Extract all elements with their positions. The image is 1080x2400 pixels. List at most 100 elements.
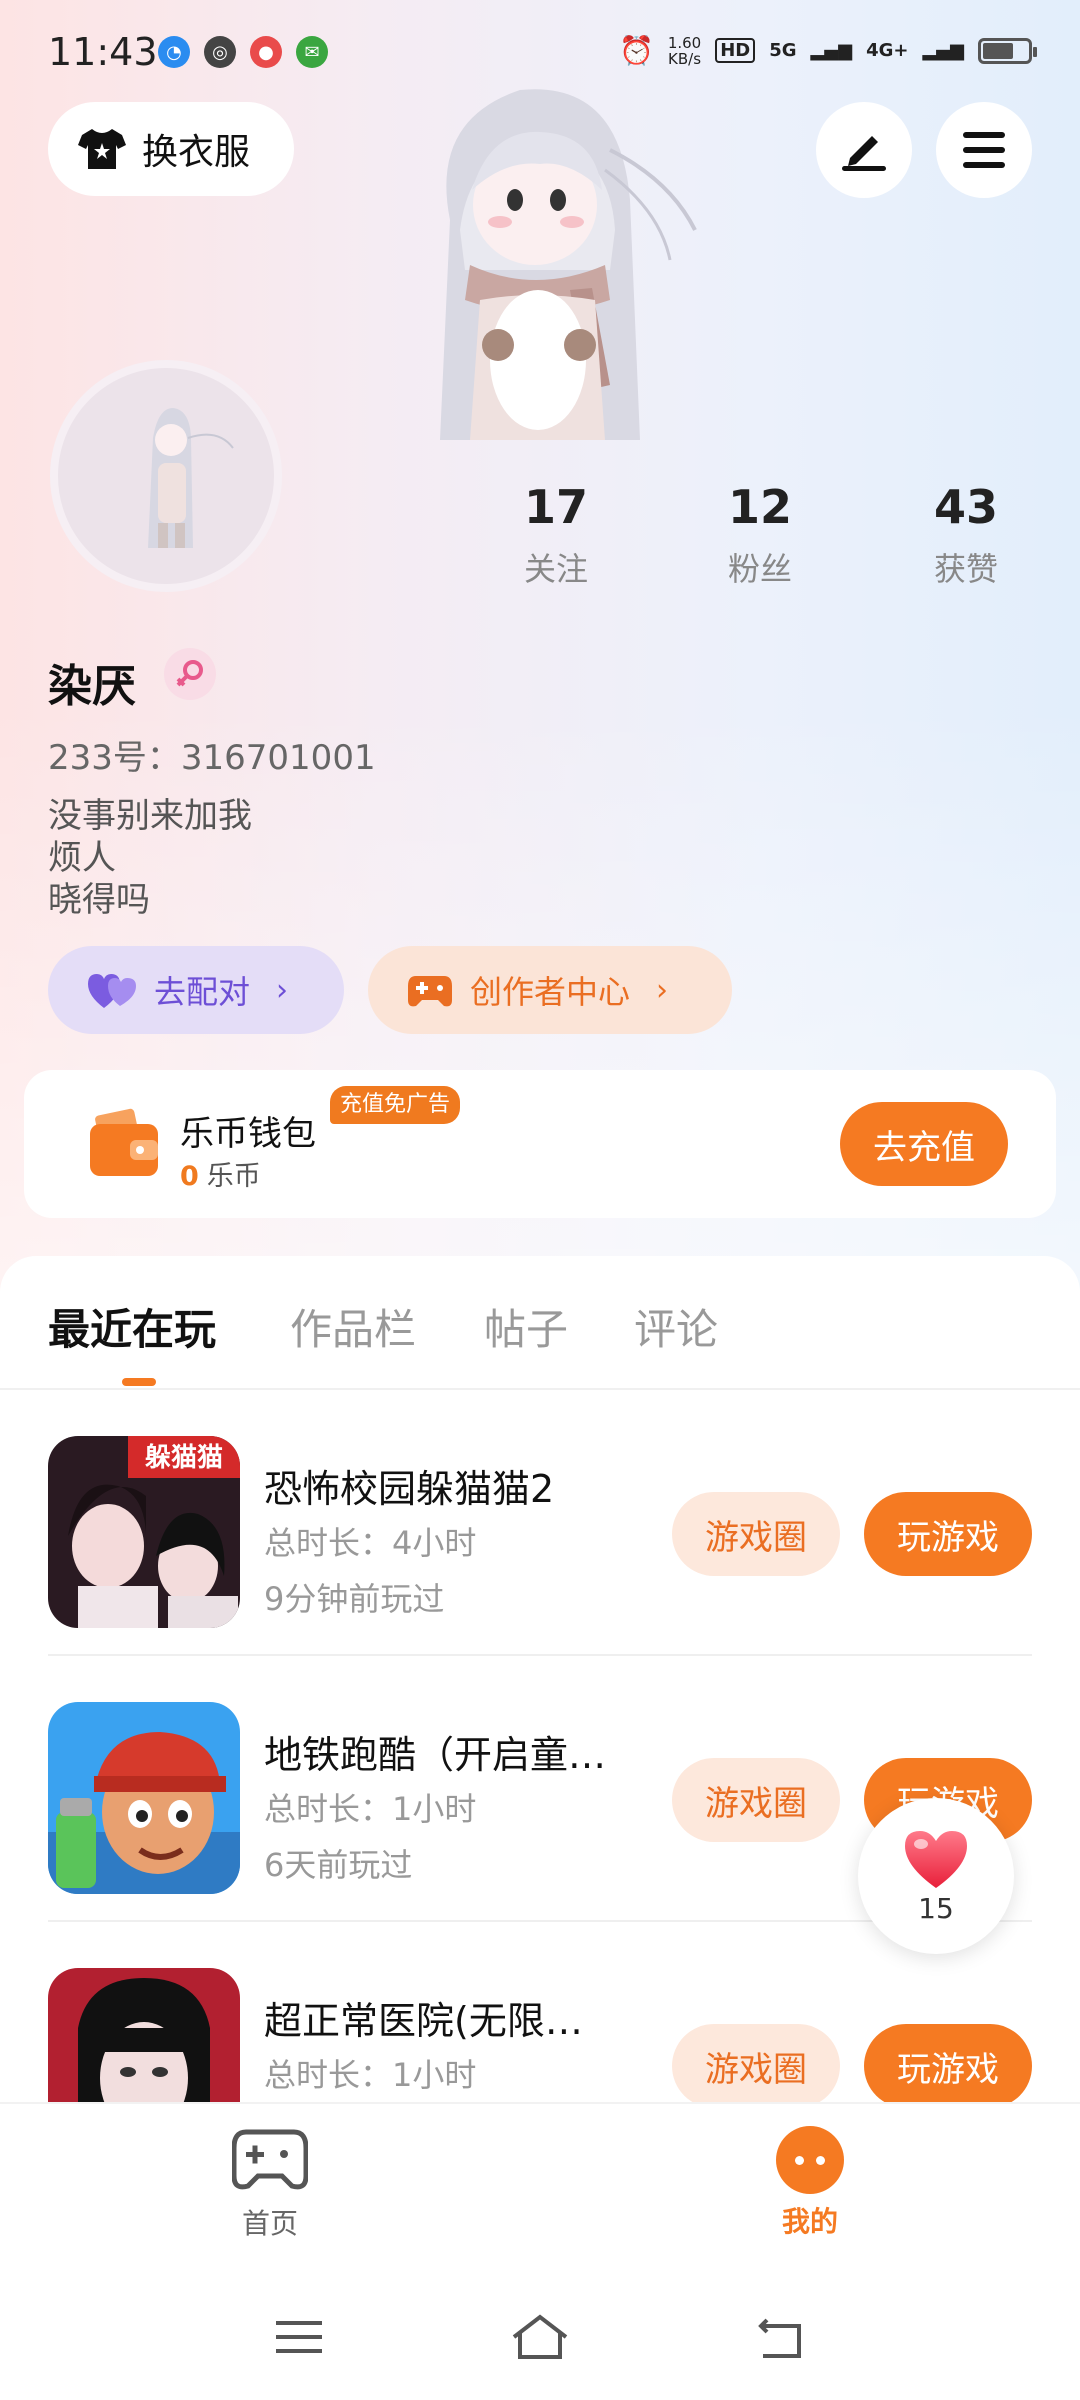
game-list: 躲猫猫 恐怖校园躲猫猫2 总时长：4小时 9分钟前玩过 游戏圈 玩游戏 地铁跑酷… xyxy=(0,1390,1080,2102)
recent-apps-button[interactable] xyxy=(264,2302,334,2372)
creator-center-button[interactable]: 创作者中心 › xyxy=(368,946,732,1034)
signal-5g: 5G xyxy=(769,40,797,61)
wallet-icon xyxy=(90,1108,158,1176)
stat-following[interactable]: 17 关注 xyxy=(476,480,636,590)
signal-bars-icon: ▂▄▆ xyxy=(810,40,853,61)
bio: 没事别来加我 烦人 晓得吗 xyxy=(48,795,252,921)
pair-button[interactable]: 去配对 › xyxy=(48,946,344,1034)
hospital-game-thumbnail xyxy=(48,1968,240,2102)
status-time: 11:43 xyxy=(48,30,158,74)
wallet-balance-value: 0 xyxy=(180,1161,199,1192)
nav-home[interactable]: 首页 xyxy=(190,2126,350,2242)
wallet-balance: 0 乐币 xyxy=(180,1154,261,1193)
double-heart-icon xyxy=(88,974,136,1008)
stat-value: 12 xyxy=(727,480,792,534)
tab-posts[interactable]: 帖子 xyxy=(484,1296,568,1357)
hd-badge: HD xyxy=(715,38,756,63)
game-last-played: 9分钟前玩过 xyxy=(264,1580,445,1618)
game-last-played: 6天前玩过 xyxy=(264,1846,413,1884)
stat-likes[interactable]: 43 获赞 xyxy=(886,480,1046,590)
system-navigation-bar xyxy=(0,2272,1080,2400)
chevron-right-icon: › xyxy=(656,972,669,1008)
game-name: 恐怖校园躲猫猫2 xyxy=(264,1467,555,1511)
game-name: 地铁跑酷（开启童… xyxy=(264,1733,607,1777)
like-count: 15 xyxy=(918,1891,954,1925)
ad-free-badge: 充值免广告 xyxy=(330,1086,461,1124)
game-circle-button[interactable]: 游戏圈 xyxy=(672,2024,840,2102)
signal-4g: 4G+ xyxy=(866,40,909,61)
stat-label: 关注 xyxy=(523,550,588,588)
horror-school-thumbnail: 躲猫猫 xyxy=(48,1436,240,1628)
gamepad-nav-icon xyxy=(231,2129,309,2190)
stat-fans[interactable]: 12 粉丝 xyxy=(680,480,840,590)
tab-works[interactable]: 作品栏 xyxy=(290,1296,416,1357)
stat-value: 43 xyxy=(933,480,998,534)
stat-label: 获赞 xyxy=(933,550,998,588)
wechat-app-icon: ✉ xyxy=(296,36,328,68)
wallet-title: 乐币钱包 xyxy=(180,1114,316,1154)
pen-icon xyxy=(842,136,886,171)
map-pin-app-icon: ● xyxy=(250,36,282,68)
pair-label: 去配对 xyxy=(154,973,251,1011)
stat-label: 粉丝 xyxy=(727,550,792,588)
profile-tabs: 最近在玩 作品栏 帖子 评论 xyxy=(0,1256,1080,1386)
tab-recent-played[interactable]: 最近在玩 xyxy=(48,1296,216,1357)
browser-app-icon: ◔ xyxy=(158,36,190,68)
bottom-navigation: 首页 我的 xyxy=(0,2102,1080,2272)
bio-line: 没事别来加我 xyxy=(48,796,252,836)
me-face-icon xyxy=(776,2126,844,2194)
system-back-button[interactable] xyxy=(746,2302,816,2372)
game-duration: 总时长：4小时 xyxy=(264,1524,477,1562)
costume-button[interactable]: 换衣服 xyxy=(48,102,294,196)
thumb-label: 躲猫猫 xyxy=(145,1443,223,1473)
chevron-right-icon: › xyxy=(276,972,289,1008)
nav-me[interactable]: 我的 xyxy=(730,2126,890,2240)
recharge-button[interactable]: 去充值 xyxy=(840,1102,1008,1186)
tab-comments[interactable]: 评论 xyxy=(634,1296,718,1357)
shirt-icon xyxy=(78,129,126,169)
wallet-card[interactable]: 乐币钱包 0 乐币 充值免广告 去充值 xyxy=(24,1070,1056,1218)
planet-app-icon: ◎ xyxy=(204,36,236,68)
creator-label: 创作者中心 xyxy=(470,973,631,1011)
avatar[interactable] xyxy=(50,360,282,592)
bio-line: 晓得吗 xyxy=(48,880,150,920)
home-icon xyxy=(512,2314,568,2359)
avatar-image xyxy=(148,408,234,548)
nav-home-label: 首页 xyxy=(241,2207,298,2240)
signal-bars-icon-2: ▂▄▆ xyxy=(922,40,964,61)
game-circle-button[interactable]: 游戏圈 xyxy=(672,1758,840,1842)
system-home-button[interactable] xyxy=(505,2302,575,2372)
play-game-button[interactable]: 玩游戏 xyxy=(864,1492,1032,1576)
username: 染厌 xyxy=(48,661,136,712)
game-thumbnail: 躲猫猫 xyxy=(48,1436,240,1628)
costume-label: 换衣服 xyxy=(142,132,251,173)
nav-me-label: 我的 xyxy=(781,2205,838,2238)
game-circle-button[interactable]: 游戏圈 xyxy=(672,1492,840,1576)
list-item[interactable]: 躲猫猫 恐怖校园躲猫猫2 总时长：4小时 9分钟前玩过 游戏圈 玩游戏 xyxy=(0,1390,1080,1656)
bio-line: 烦人 xyxy=(48,838,116,878)
wallet-currency: 乐币 xyxy=(206,1161,261,1192)
heart-icon xyxy=(905,1830,967,1888)
gamepad-icon xyxy=(408,976,452,1007)
game-thumbnail xyxy=(48,1968,240,2102)
floating-like-button[interactable]: 15 xyxy=(858,1798,1014,1954)
female-gender-icon xyxy=(164,648,216,700)
status-notification-icons: ◔ ◎ ● ✉ xyxy=(158,36,328,68)
battery-icon xyxy=(978,37,1037,64)
game-duration: 总时长：1小时 xyxy=(264,2056,477,2094)
game-name: 超正常医院(无限… xyxy=(264,1999,583,2043)
menu-button[interactable] xyxy=(936,102,1032,198)
subway-surfers-thumbnail xyxy=(48,1702,240,1894)
active-tab-indicator xyxy=(122,1378,156,1386)
back-icon xyxy=(758,2318,801,2358)
hamburger-icon xyxy=(963,132,1005,168)
female-symbol-icon xyxy=(176,660,203,687)
edit-profile-button[interactable] xyxy=(816,102,912,198)
recents-menu-icon xyxy=(276,2321,322,2353)
avatar-character-image xyxy=(440,89,697,440)
game-duration: 总时长：1小时 xyxy=(264,1790,477,1828)
play-game-button[interactable]: 玩游戏 xyxy=(864,2024,1032,2102)
game-thumbnail xyxy=(48,1702,240,1894)
stat-value: 17 xyxy=(523,480,588,534)
net-speed-value: 1.60 xyxy=(667,33,702,52)
